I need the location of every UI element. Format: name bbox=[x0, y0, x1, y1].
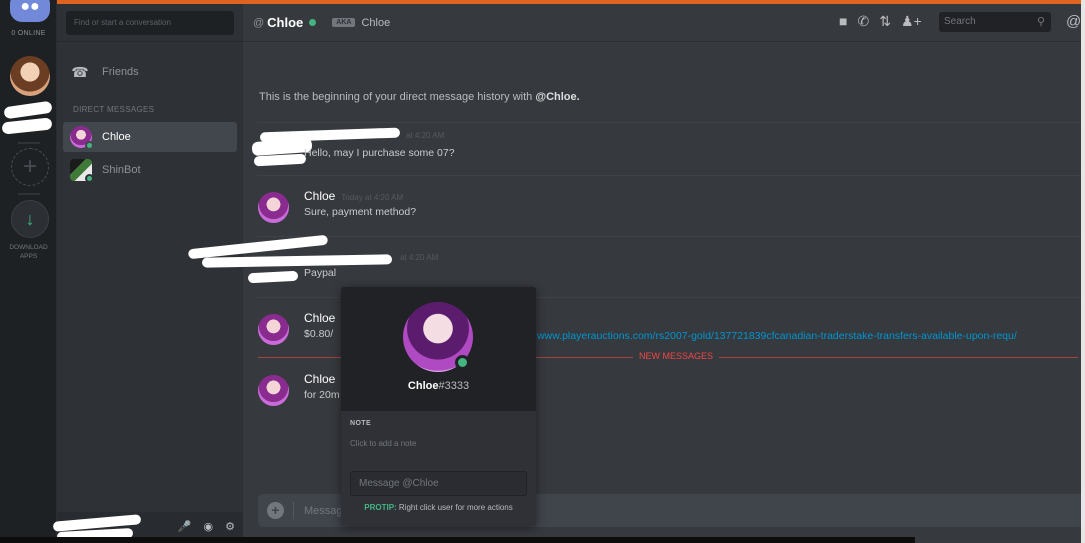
protip-text: PROTIP: Right click user for more action… bbox=[364, 503, 513, 512]
direct-messages-header: DIRECT MESSAGES bbox=[73, 105, 155, 114]
friends-wave-icon: ☎ bbox=[71, 63, 89, 80]
aka-name: Chloe bbox=[361, 16, 391, 29]
video-call-icon[interactable]: ■ bbox=[839, 13, 847, 30]
gear-icon[interactable]: ⚙ bbox=[225, 520, 235, 533]
server-list: ●● 0 ONLINE + ↓ DOWNLOAD APPS bbox=[0, 0, 57, 543]
redaction-scribble bbox=[253, 153, 307, 167]
note-header: NOTE bbox=[350, 420, 372, 427]
redaction-scribble bbox=[3, 100, 53, 120]
microphone-icon[interactable]: 🎤 bbox=[178, 520, 192, 533]
server-separator bbox=[18, 142, 40, 144]
message-link[interactable]: www.playerauctions.com/rs2007-gold/13772… bbox=[537, 330, 1017, 342]
dm-item-label: Chloe bbox=[102, 131, 131, 143]
plus-icon: + bbox=[22, 153, 37, 180]
online-count: 0 ONLINE bbox=[11, 30, 46, 37]
user-profile-popout: Chloe#3333 NOTE Click to add a note Mess… bbox=[341, 287, 536, 526]
message: at 4:20 AM Hello, may I purchase some 07… bbox=[251, 127, 1078, 170]
server-avatar[interactable] bbox=[10, 56, 50, 96]
message-author[interactable]: Chloe bbox=[304, 372, 335, 386]
composer-divider bbox=[293, 502, 294, 519]
download-apps-label: DOWNLOAD APPS bbox=[9, 244, 48, 260]
find-conversation-input[interactable]: Find or start a conversation bbox=[66, 11, 234, 35]
download-apps-button[interactable]: ↓ bbox=[11, 200, 49, 238]
avatar[interactable] bbox=[258, 375, 289, 406]
message-text: Sure, payment method? bbox=[304, 206, 417, 218]
dm-sidebar: Find or start a conversation ☎ Friends D… bbox=[52, 4, 243, 543]
dm-item-chloe[interactable]: Chloe bbox=[63, 122, 237, 152]
avatar[interactable] bbox=[258, 314, 289, 345]
dm-item-shinbot[interactable]: ShinBot bbox=[63, 155, 237, 185]
redaction-scribble bbox=[247, 270, 299, 284]
avatar bbox=[70, 126, 94, 150]
discord-window: ●● 0 ONLINE + ↓ DOWNLOAD APPS Find or sta… bbox=[0, 0, 1085, 543]
avatar bbox=[70, 159, 94, 183]
friends-label: Friends bbox=[102, 66, 139, 78]
mentions-icon[interactable]: @ bbox=[1066, 13, 1081, 30]
message-divider bbox=[257, 175, 1085, 176]
pin-icon[interactable]: ⇅ bbox=[879, 13, 891, 30]
online-status-icon bbox=[455, 355, 470, 370]
upload-plus-icon[interactable]: + bbox=[267, 502, 284, 519]
redaction-scribble bbox=[1, 117, 53, 135]
user-panel-controls: 🎤 ◉ ⚙ bbox=[178, 520, 235, 533]
headphones-icon[interactable]: ◉ bbox=[204, 520, 214, 533]
message-divider bbox=[257, 236, 1085, 237]
chat-header: @ Chloe AKA Chloe ■ ✆ ⇅ ♟+ Search ⚲ @ bbox=[243, 4, 1085, 42]
redaction-scribble bbox=[201, 254, 393, 268]
online-status-icon bbox=[85, 141, 94, 150]
conversation-title: @ Chloe AKA Chloe bbox=[253, 15, 390, 30]
add-friend-icon[interactable]: ♟+ bbox=[901, 13, 922, 30]
message-input[interactable]: Messag bbox=[304, 505, 343, 517]
online-status-icon bbox=[309, 19, 317, 26]
sidebar-item-friends[interactable]: ☎ Friends bbox=[69, 62, 139, 82]
popout-message-input[interactable]: Message @Chloe bbox=[350, 471, 527, 496]
message-time: at 4:20 AM bbox=[400, 253, 439, 262]
message-text: $0.80/ bbox=[304, 328, 334, 340]
people-icon: ●● bbox=[20, 0, 40, 15]
message-text: for 20m bbox=[304, 389, 340, 401]
popout-header: Chloe#3333 bbox=[341, 287, 536, 411]
message: at 4:20 AM Paypal bbox=[187, 234, 1078, 290]
message-author[interactable]: Chloe Today at 4:20 AM bbox=[304, 189, 403, 203]
dm-item-label: ShinBot bbox=[102, 164, 141, 176]
aka-badge: AKA bbox=[332, 18, 356, 27]
voice-call-icon[interactable]: ✆ bbox=[857, 13, 869, 30]
at-icon: @ bbox=[253, 16, 265, 29]
sidebar-divider bbox=[57, 41, 243, 42]
bottom-edge-band bbox=[0, 537, 915, 543]
download-icon: ↓ bbox=[25, 208, 35, 229]
popout-username: Chloe#3333 bbox=[407, 380, 470, 392]
friends-home-button[interactable]: ●● bbox=[10, 0, 50, 22]
note-field[interactable]: Click to add a note bbox=[350, 439, 416, 448]
history-beginning-text: This is the beginning of your direct mes… bbox=[259, 91, 580, 103]
message-author[interactable]: Chloe bbox=[304, 311, 335, 325]
message-divider bbox=[257, 122, 1085, 123]
message: Chloe Today at 4:20 AM Sure, payment meth… bbox=[258, 189, 1078, 229]
avatar[interactable] bbox=[258, 192, 289, 223]
right-edge-band bbox=[1081, 0, 1085, 543]
search-icon: ⚲ bbox=[1036, 16, 1045, 28]
add-server-button[interactable]: + bbox=[11, 148, 49, 186]
search-placeholder: Search bbox=[944, 16, 976, 27]
search-input[interactable]: Search ⚲ bbox=[939, 12, 1051, 32]
page-title: Chloe bbox=[267, 15, 304, 30]
message-text: Paypal bbox=[304, 267, 337, 279]
online-status-icon bbox=[85, 174, 94, 183]
new-messages-label: NEW MESSAGES bbox=[633, 351, 720, 361]
message-time: at 4:20 AM bbox=[406, 131, 445, 140]
server-separator bbox=[18, 193, 40, 195]
message-text: Hello, may I purchase some 07? bbox=[304, 147, 455, 159]
message-time: Today at 4:20 AM bbox=[341, 193, 404, 202]
header-toolbar: ■ ✆ ⇅ ♟+ bbox=[839, 13, 922, 30]
